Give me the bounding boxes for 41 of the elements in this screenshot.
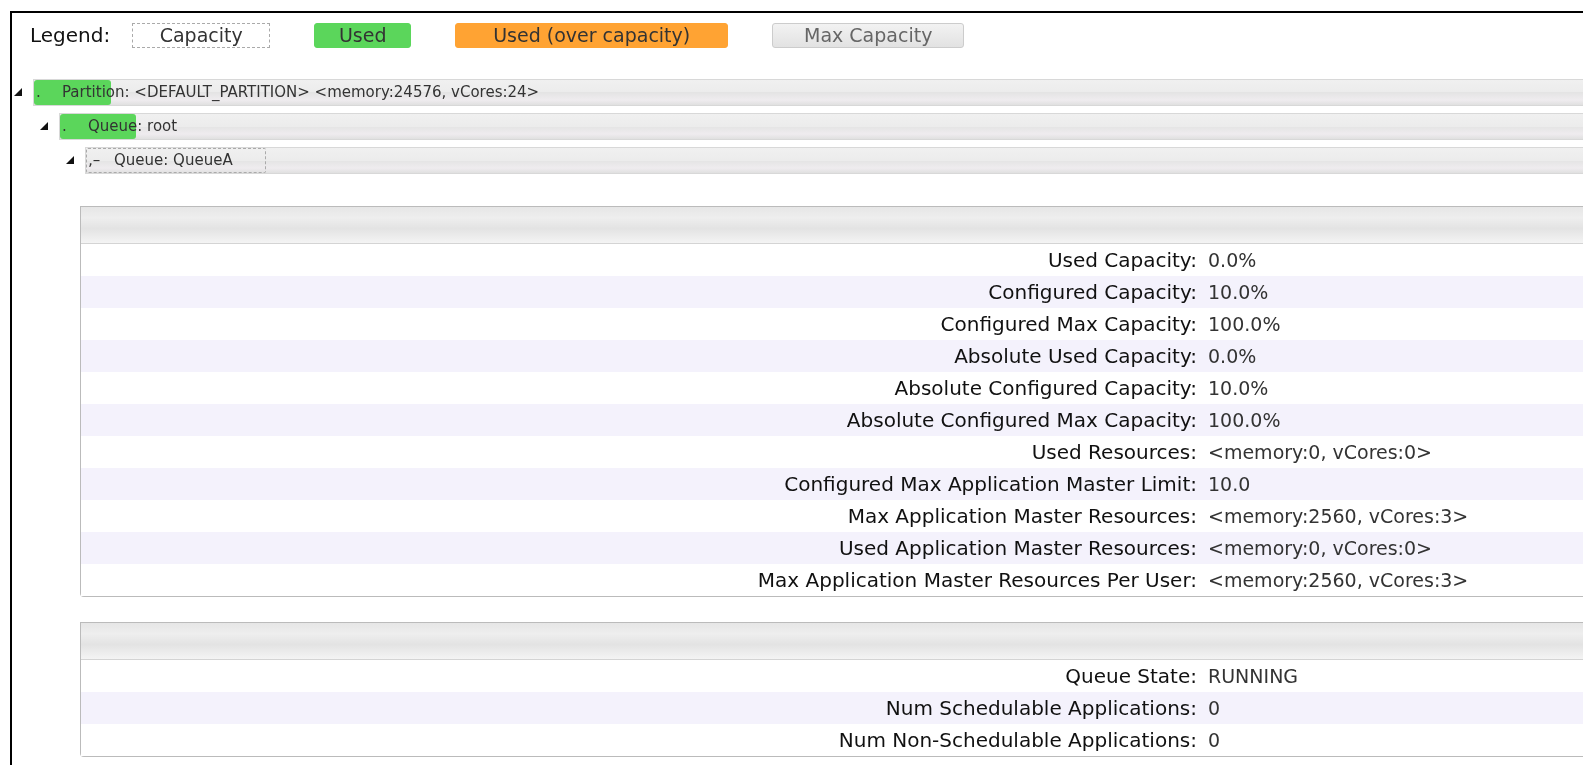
field-label: Configured Max Application Master Limit: bbox=[784, 472, 1197, 496]
field-value: 0 bbox=[1208, 729, 1222, 751]
field-label: Configured Max Capacity: bbox=[940, 312, 1197, 336]
bar-marker: . bbox=[35, 81, 42, 103]
field-value: <memory:0, vCores:0> bbox=[1208, 441, 1434, 463]
field-value: 10.0 bbox=[1208, 473, 1252, 495]
collapse-toggle-icon[interactable] bbox=[14, 88, 22, 96]
field-value: RUNNING bbox=[1208, 665, 1300, 687]
field-label: Num Non-Schedulable Applications: bbox=[838, 728, 1197, 752]
field-label: Absolute Configured Max Capacity: bbox=[846, 408, 1197, 432]
field-label: Max Application Master Resources: bbox=[847, 504, 1197, 528]
field-label: Num Schedulable Applications: bbox=[885, 696, 1197, 720]
legend-swatch: Used bbox=[314, 22, 412, 48]
legend-swatch: Max Capacity bbox=[772, 22, 965, 48]
field-value: 0.0% bbox=[1208, 249, 1258, 271]
field-value: <memory:2560, vCores:3> bbox=[1208, 569, 1470, 591]
legend-swatch: Capacity bbox=[132, 22, 271, 48]
collapse-toggle-icon[interactable] bbox=[40, 122, 48, 130]
field-label: Queue State: bbox=[1065, 664, 1197, 688]
field-value: 10.0% bbox=[1208, 281, 1270, 303]
bar-marker: . bbox=[61, 115, 68, 137]
collapse-toggle-icon[interactable] bbox=[66, 156, 74, 164]
field-label: Used Resources: bbox=[1031, 440, 1197, 464]
field-label: Absolute Used Capacity: bbox=[954, 344, 1197, 368]
field-value: 10.0% bbox=[1208, 377, 1270, 399]
legend-title: Legend: bbox=[30, 23, 111, 47]
field-value: 0 bbox=[1208, 697, 1222, 719]
field-value: 100.0% bbox=[1208, 409, 1282, 431]
field-label: Used Capacity: bbox=[1047, 248, 1197, 272]
field-value: <memory:0, vCores:0> bbox=[1208, 537, 1434, 559]
queue-label: Queue: QueueA bbox=[113, 150, 233, 169]
field-value: 100.0% bbox=[1208, 313, 1282, 335]
field-value: <memory:2560, vCores:3> bbox=[1208, 505, 1470, 527]
bar-marker: ‚– bbox=[87, 149, 102, 171]
queue-bar[interactable]: ‚– Queue: QueueA bbox=[85, 146, 1583, 174]
legend-swatch: Used (over capacity) bbox=[455, 22, 729, 48]
field-value: 0.0% bbox=[1208, 345, 1258, 367]
field-label: Configured Capacity: bbox=[988, 280, 1197, 304]
field-label: Max Application Master Resources Per User: bbox=[757, 568, 1197, 592]
field-label: Used Application Master Resources: bbox=[838, 536, 1197, 560]
field-label: Absolute Configured Capacity: bbox=[894, 376, 1197, 400]
